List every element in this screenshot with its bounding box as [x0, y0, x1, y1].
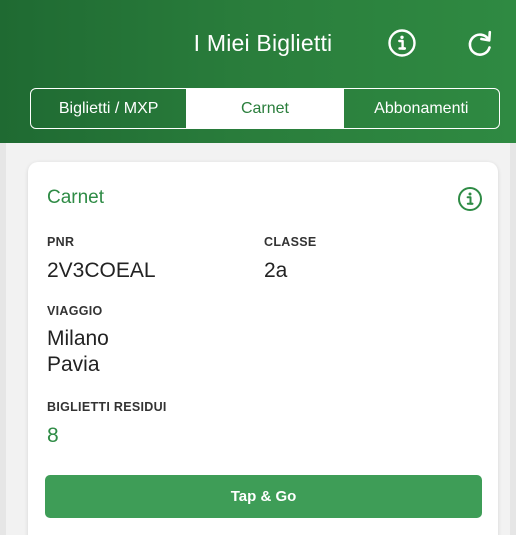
info-button[interactable] — [383, 24, 421, 62]
refresh-button[interactable] — [461, 24, 499, 62]
right-edge — [510, 143, 516, 535]
info-circle-icon — [388, 29, 416, 57]
refresh-icon — [468, 30, 492, 56]
viaggio-from: Milano — [47, 327, 109, 350]
left-edge — [0, 143, 6, 535]
tap-and-go-button[interactable]: Tap & Go — [45, 475, 482, 518]
classe-label: CLASSE — [264, 235, 317, 249]
tab-biglietti-mxp[interactable]: Biglietti / MXP — [31, 89, 186, 128]
card-info-button[interactable] — [456, 185, 484, 213]
tab-abbonamenti[interactable]: Abbonamenti — [342, 89, 499, 128]
info-circle-icon — [458, 187, 482, 211]
residui-value: 8 — [47, 424, 59, 447]
pnr-value: 2V3COEAL — [47, 259, 156, 282]
tabs-segmented-control: Biglietti / MXP Carnet Abbonamenti — [30, 88, 500, 129]
carnet-card: Carnet PNR 2V3COEAL CLASSE 2a VIAGGIO Mi… — [28, 162, 498, 535]
tab-carnet[interactable]: Carnet — [186, 89, 343, 128]
residui-label: BIGLIETTI RESIDUI — [47, 400, 167, 414]
page-title: I Miei Biglietti — [193, 30, 333, 56]
pnr-label: PNR — [47, 235, 75, 249]
classe-value: 2a — [264, 259, 288, 282]
header-bar: I Miei Biglietti Biglietti / MXP Carnet … — [0, 0, 516, 143]
screen: I Miei Biglietti Biglietti / MXP Carnet … — [0, 0, 516, 535]
card-title: Carnet — [47, 187, 105, 208]
viaggio-to: Pavia — [47, 353, 100, 376]
viaggio-label: VIAGGIO — [47, 304, 103, 318]
